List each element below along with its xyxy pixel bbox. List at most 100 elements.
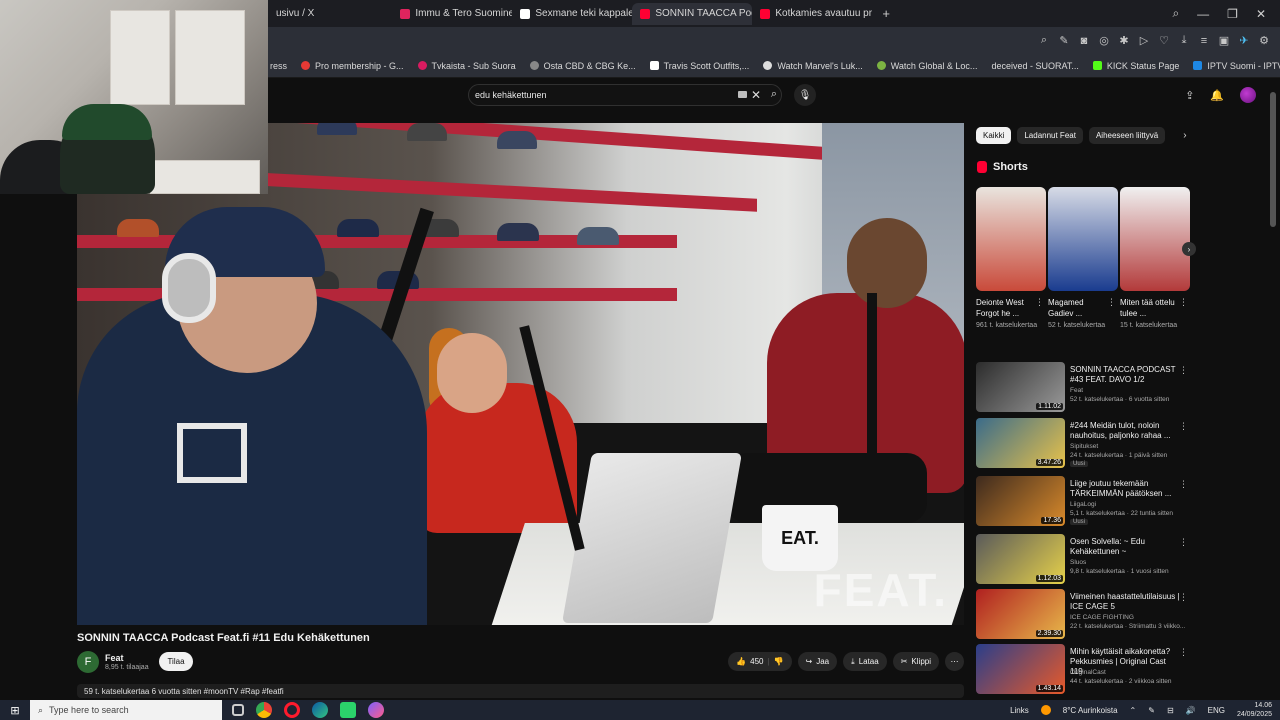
short-2[interactable]: Miten tää ottelu tulee ... 15 t. katselu… (1120, 187, 1190, 331)
clock[interactable]: 14.06 24/09/2025 (1237, 701, 1272, 719)
volume-icon[interactable]: 🔊 (1186, 706, 1196, 715)
bookmark-1[interactable]: Pro membership - G... (301, 61, 404, 71)
pen-icon[interactable]: ✎ (1148, 706, 1155, 715)
tab-3-active[interactable]: SONNIN TAACCA Pod (632, 2, 753, 25)
play-icon[interactable]: ▷ (1138, 35, 1150, 47)
zoom-icon[interactable]: ⌕ (1038, 34, 1050, 47)
shorts-next-icon[interactable]: › (1182, 242, 1196, 256)
short-0-more-icon[interactable]: ⋮ (1035, 297, 1044, 308)
settings-icon[interactable]: ⚙ (1258, 35, 1270, 47)
camera-icon[interactable]: ◙ (1078, 35, 1090, 47)
page-scrollbar[interactable] (1270, 92, 1276, 227)
like-button[interactable]: 👍 450 | 👎 (728, 652, 792, 671)
voice-search-icon[interactable]: 🎙 (794, 84, 816, 106)
short-1-more-icon[interactable]: ⋮ (1107, 297, 1116, 308)
short-2-more-icon[interactable]: ⋮ (1179, 297, 1188, 308)
taskbar-search-input[interactable]: Type here to search (49, 705, 129, 715)
short-1[interactable]: Magamed Gadiev ... 52 t. katselukertaa ⋮ (1048, 187, 1118, 331)
recommended-0[interactable]: 1.11.02 SONNIN TAACCA PODCAST #43 FEAT. … (976, 362, 1196, 414)
extension-icon[interactable]: ✱ (1118, 35, 1130, 47)
subscribe-button[interactable]: Tilaa (159, 652, 193, 671)
clip-button[interactable]: ✂ Klippi (892, 652, 939, 671)
bookmark-4[interactable]: Travis Scott Outfits,... (649, 61, 749, 71)
game-app-icon[interactable] (340, 702, 356, 718)
bookmark-5[interactable]: Watch Marvel's Luk... (763, 61, 863, 71)
recommended-0-more-icon[interactable]: ⋮ (1179, 365, 1188, 376)
language-indicator[interactable]: ENG (1208, 706, 1225, 715)
clear-search-icon[interactable]: ✕ (751, 88, 761, 102)
bookmark-7[interactable]: deceived - SUORAT... (991, 61, 1078, 71)
recommended-2-more-icon[interactable]: ⋮ (1179, 479, 1188, 490)
chip-all[interactable]: Kaikki (976, 127, 1012, 144)
task-view-icon[interactable] (232, 704, 244, 716)
video-player[interactable]: EAT. FEAT. (77, 123, 964, 625)
recommended-2[interactable]: 17.36 Liige joutuu tekemään TÄRKEIMMÄN p… (976, 476, 1196, 528)
download-button[interactable]: ⤓ Lataa (843, 652, 887, 671)
recommended-5-more-icon[interactable]: ⋮ (1179, 647, 1188, 658)
bookmark-8[interactable]: KICK Status Page (1092, 61, 1179, 71)
windows-start-icon[interactable]: ⊞ (0, 704, 30, 717)
keyboard-icon[interactable] (738, 91, 747, 98)
channel-name[interactable]: Feat (105, 653, 124, 663)
recommended-4-channel[interactable]: ICE CAGE FIGHTING (1070, 614, 1134, 621)
notifications-icon[interactable]: 🔔 (1210, 89, 1224, 102)
bookmark-9[interactable]: IPTV Suomi - IPTV-v... (1193, 61, 1280, 71)
chip-from-channel[interactable]: Ladannut Feat (1017, 127, 1083, 144)
menu-icon[interactable]: ≡ (1198, 35, 1210, 47)
tab-4[interactable]: Kotkamies avautuu prism (752, 3, 872, 25)
tray-chevron-icon[interactable]: ⌃ (1130, 706, 1137, 715)
recommended-4[interactable]: 2.39.30 Viimeinen haastattelutilaisuus |… (976, 589, 1196, 641)
account-avatar[interactable] (1240, 87, 1256, 103)
edge-icon[interactable] (312, 702, 328, 718)
tab-2[interactable]: Sexmane teki kappaleen (512, 3, 632, 25)
links-toolbar[interactable]: Links (1010, 706, 1029, 715)
wallet-icon[interactable]: ▣ (1218, 35, 1230, 47)
more-actions-button[interactable]: ⋯ (945, 652, 964, 671)
bookmark-6[interactable]: Watch Global & Loc... (876, 61, 977, 71)
chrome-icon[interactable] (256, 702, 272, 718)
taskbar-search[interactable]: ⌕ Type here to search (30, 700, 222, 720)
search-tabs-icon[interactable]: ⌕ (1172, 6, 1179, 21)
heart-icon[interactable]: ♡ (1158, 35, 1170, 47)
recommended-5[interactable]: 1.43.14 Mihin käyttäisit aikakonetta? Pe… (976, 644, 1196, 696)
search-input[interactable]: edu kehäkettunen (475, 90, 547, 100)
recommended-3[interactable]: 1.12.03 Osen Solvella: ~ Edu Kehäkettune… (976, 534, 1196, 586)
maximize-icon[interactable]: ❐ (1227, 7, 1238, 21)
recommended-2-channel[interactable]: LiigaLogi (1070, 501, 1096, 508)
minimize-icon[interactable]: — (1197, 7, 1209, 21)
create-icon[interactable]: ⇪ (1185, 89, 1194, 102)
recommended-1-more-icon[interactable]: ⋮ (1179, 421, 1188, 432)
recommended-1-channel[interactable]: Sipitukset (1070, 443, 1098, 450)
chevron-right-icon[interactable]: › (1183, 130, 1186, 141)
search-icon[interactable]: ⌕ (771, 88, 777, 101)
share-button[interactable]: ↪ Jaa (797, 652, 838, 671)
aria-icon[interactable]: ✈ (1238, 35, 1250, 47)
tab-0[interactable]: usivu / X (268, 3, 322, 25)
tab-1[interactable]: Immu & Tero Suominen (392, 3, 512, 25)
vpn-icon[interactable]: ◎ (1098, 35, 1110, 47)
search-box[interactable]: edu kehäkettunen ✕ ⌕ (468, 84, 782, 106)
opera-icon[interactable] (284, 702, 300, 718)
recommended-5-channel[interactable]: OriginalCast (1070, 669, 1106, 676)
description-box[interactable]: 59 t. katselukertaa 6 vuotta sitten #moo… (77, 684, 964, 698)
recommended-3-more-icon[interactable]: ⋮ (1179, 537, 1188, 548)
recommended-0-channel[interactable]: Feat (1070, 387, 1083, 394)
recommended-4-more-icon[interactable]: ⋮ (1179, 592, 1188, 603)
recommended-3-channel[interactable]: Sluos (1070, 559, 1086, 566)
close-window-icon[interactable]: ✕ (1256, 7, 1266, 21)
clip-label: Klippi (911, 657, 931, 666)
new-tab-button[interactable]: + (882, 6, 890, 21)
recommended-1[interactable]: 3.47.26 #244 Meidän tulot, noloin nauhoi… (976, 418, 1196, 470)
network-icon[interactable]: ⊟ (1167, 706, 1174, 715)
download-icon[interactable]: ⤓ (1178, 34, 1190, 47)
edit-icon[interactable]: ✎ (1058, 35, 1070, 47)
chip-related[interactable]: Aiheeseen liittyvä (1088, 127, 1166, 144)
weather-text[interactable]: 8°C Aurinkoista (1063, 706, 1118, 715)
bookmark-0[interactable]: ress (270, 61, 287, 71)
thumbs-down-icon[interactable]: 👎 (774, 657, 784, 666)
bookmark-3[interactable]: Osta CBD & CBG Ke... (529, 61, 636, 71)
bookmark-2[interactable]: Tvkaista - Sub Suora (417, 61, 516, 71)
channel-avatar[interactable]: F (77, 651, 99, 673)
messenger-icon[interactable] (368, 702, 384, 718)
short-0[interactable]: Deionte West Forgot he ... 961 t. katsel… (976, 187, 1046, 331)
